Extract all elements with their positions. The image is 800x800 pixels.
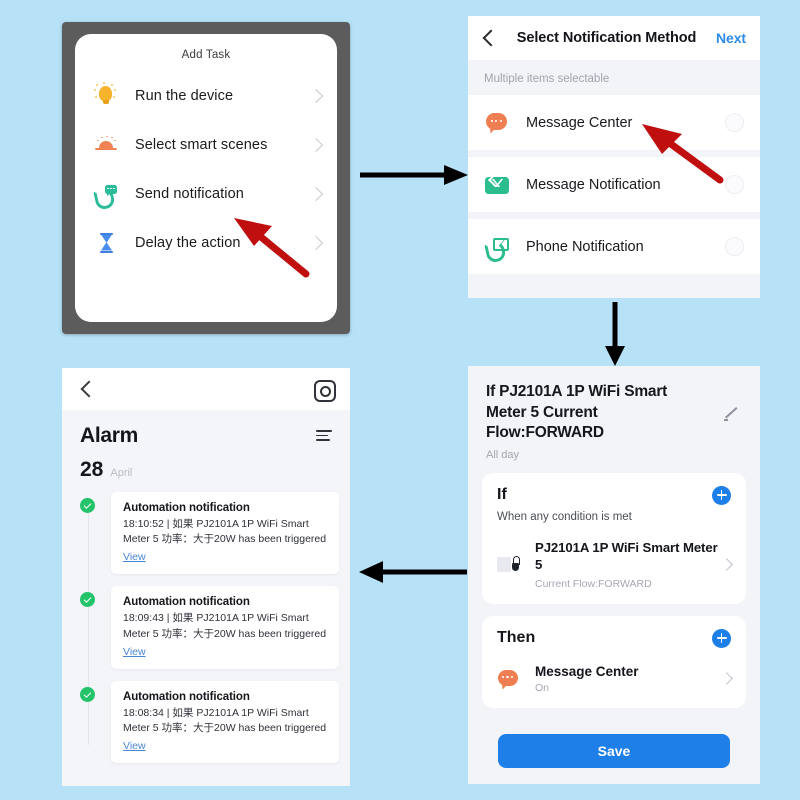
list-item[interactable]: Automation notification 18:08:34 | 如果 PJ…: [80, 680, 350, 764]
task-label: Send notification: [135, 185, 244, 202]
back-chevron-icon[interactable]: [80, 380, 98, 398]
lightbulb-icon: [91, 81, 121, 111]
if-heading: If: [497, 486, 507, 504]
chat-bubble-icon: [497, 667, 521, 691]
screenshot-stage: Add Task Run the device Select smart sce…: [0, 0, 800, 800]
smart-meter-icon: [497, 554, 525, 576]
view-link[interactable]: View: [123, 740, 146, 752]
arrow-rule-to-alarm: [357, 552, 469, 592]
pencil-icon[interactable]: [724, 406, 740, 422]
rule-title: If PJ2101A 1P WiFi Smart Meter 5 Current…: [486, 383, 668, 442]
notification-method-header: Select Notification Method Next: [468, 16, 760, 60]
plus-icon[interactable]: [712, 628, 731, 648]
phone-envelope-icon: [484, 234, 510, 264]
plus-icon[interactable]: [712, 485, 731, 505]
action-text: Message Center On: [535, 664, 722, 694]
envelope-icon: [484, 172, 510, 198]
hourglass-icon: [91, 228, 121, 258]
notification-heading: Automation notification: [123, 690, 250, 703]
if-card-header: If: [497, 485, 731, 505]
date-day: 28: [80, 458, 104, 481]
rule-header: If PJ2101A 1P WiFi Smart Meter 5 Current…: [468, 366, 760, 461]
next-button[interactable]: Next: [716, 30, 746, 46]
task-row-send-notification[interactable]: Send notification: [75, 169, 337, 218]
chevron-right-icon: [720, 672, 733, 685]
notification-timeline: Automation notification 18:10:52 | 如果 PJ…: [62, 492, 350, 764]
condition-device-name: PJ2101A 1P WiFi Smart Meter 5: [535, 539, 718, 572]
notification-body: 18:08:34 | 如果 PJ2101A 1P WiFi Smart Mete…: [123, 706, 327, 735]
view-link[interactable]: View: [123, 646, 146, 658]
smart-scene-icon: [91, 130, 121, 160]
notification-card[interactable]: Automation notification 18:09:43 | 如果 PJ…: [111, 586, 339, 669]
automation-rule-panel: If PJ2101A 1P WiFi Smart Meter 5 Current…: [468, 366, 760, 784]
action-meta: On: [535, 681, 550, 694]
page-title: Alarm: [80, 424, 139, 447]
alarm-header: [62, 368, 350, 410]
notification-heading: Automation notification: [123, 596, 250, 609]
view-link[interactable]: View: [123, 551, 146, 563]
list-item[interactable]: Automation notification 18:09:43 | 如果 PJ…: [80, 586, 350, 669]
if-subtitle: When any condition is met: [497, 510, 632, 523]
task-row-run-the-device[interactable]: Run the device: [75, 71, 337, 120]
red-arrow-send-notification: [228, 212, 318, 280]
phone-message-icon: [91, 179, 121, 211]
chevron-right-icon: [308, 186, 324, 201]
condition-row[interactable]: PJ2101A 1P WiFi Smart Meter 5 Current Fl…: [497, 540, 733, 590]
add-task-title: Add Task: [181, 49, 231, 61]
date-group: 28 April: [62, 448, 350, 482]
list-item[interactable]: Automation notification 18:10:52 | 如果 PJ…: [80, 492, 350, 575]
arrow-add-task-to-notify-method: [358, 155, 468, 195]
action-row[interactable]: Message Center On: [497, 664, 733, 694]
then-card-header: Then: [497, 628, 731, 648]
check-circle-icon: [80, 498, 95, 513]
then-heading: Then: [497, 629, 536, 647]
condition-device-meta: Current Flow:FORWARD: [535, 577, 652, 590]
page-title: Select Notification Method: [516, 30, 697, 46]
red-arrow-message-center: [634, 118, 734, 190]
then-card: Then Message Center On: [482, 615, 746, 708]
notification-heading: Automation notification: [123, 502, 250, 514]
multiple-items-hint: Multiple items selectable: [484, 73, 610, 85]
task-label: Select smart scenes: [135, 136, 268, 153]
add-task-phone-panel: Add Task Run the device Select smart sce…: [62, 22, 350, 334]
chat-bubble-icon: [484, 110, 510, 136]
task-label: Run the device: [135, 87, 234, 104]
chevron-right-icon: [308, 88, 324, 103]
alarm-panel: Alarm 28 April Automation notification 1…: [62, 368, 350, 786]
condition-text: PJ2101A 1P WiFi Smart Meter 5 Current Fl…: [535, 540, 722, 590]
action-name: Message Center: [535, 663, 639, 679]
option-label: Phone Notification: [526, 238, 644, 255]
arrow-notify-method-to-rule: [595, 300, 635, 366]
chevron-right-icon: [308, 137, 324, 152]
date-month: April: [110, 467, 133, 479]
filter-list-icon[interactable]: [316, 430, 332, 442]
check-circle-icon: [80, 686, 95, 702]
task-row-select-smart-scenes[interactable]: Select smart scenes: [75, 120, 337, 169]
notification-card[interactable]: Automation notification 18:08:34 | 如果 PJ…: [111, 680, 339, 764]
chevron-right-icon: [720, 558, 733, 572]
notification-option-phone-notification[interactable]: Phone Notification: [468, 219, 760, 274]
option-radio[interactable]: [725, 237, 744, 256]
alarm-title-row: Alarm: [62, 410, 350, 448]
save-button[interactable]: Save: [498, 734, 730, 768]
gear-icon[interactable]: [314, 380, 336, 402]
check-circle-icon: [80, 592, 95, 608]
rule-schedule: All day: [486, 448, 520, 461]
if-card: If When any condition is met PJ2101A 1P …: [482, 472, 746, 604]
notification-card[interactable]: Automation notification 18:10:52 | 如果 PJ…: [111, 492, 339, 575]
notification-body: 18:09:43 | 如果 PJ2101A 1P WiFi Smart Mete…: [123, 612, 327, 640]
notification-body: 18:10:52 | 如果 PJ2101A 1P WiFi Smart Mete…: [123, 518, 327, 546]
